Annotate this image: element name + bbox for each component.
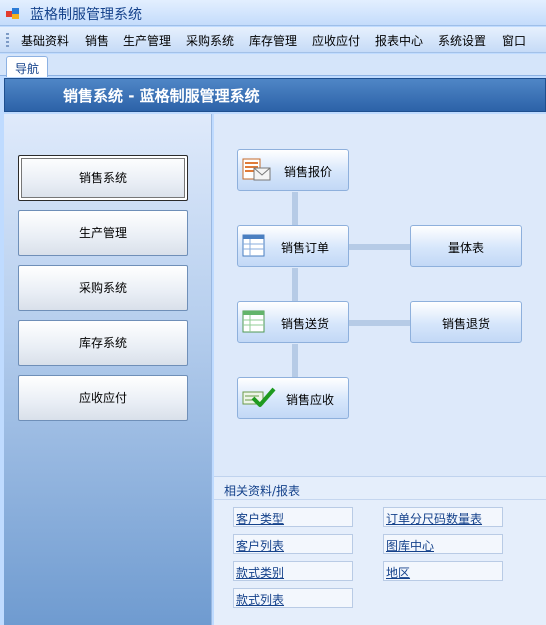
menu-inventory[interactable]: 库存管理 <box>249 32 297 49</box>
nav-button-label: 应收应付 <box>78 391 127 405</box>
link-customer-type[interactable]: 客户类型 <box>233 507 353 527</box>
menu-receivable-payable[interactable]: 应收应付 <box>312 32 360 49</box>
sales-delivery-button[interactable]: 销售送货 <box>237 301 349 343</box>
app-icon <box>6 8 19 19</box>
link-gallery-center[interactable]: 图库中心 <box>383 534 503 554</box>
sales-flow-diagram: 销售报价 销售订单 量体表 销售送货 销售退货 销售应收 <box>214 114 546 476</box>
divider <box>214 499 546 500</box>
related-reports-section: 相关资料/报表 客户类型 订单分尺码数量表 客户列表 图库中心 款式类别 地区 … <box>214 476 546 625</box>
menu-bar: 基础资料 销售 生产管理 采购系统 库存管理 应收应付 报表中心 系统设置 窗口 <box>0 27 546 53</box>
toolbar-grip[interactable] <box>6 33 9 47</box>
tab-strip: 导航 <box>0 54 546 77</box>
receivable-check-icon <box>242 387 276 407</box>
link-order-size-quantity-report[interactable]: 订单分尺码数量表 <box>383 507 503 527</box>
flow-connector <box>292 268 298 302</box>
menu-purchasing[interactable]: 采购系统 <box>186 32 234 49</box>
order-grid-icon <box>242 234 265 257</box>
link-style-list[interactable]: 款式列表 <box>233 588 353 608</box>
nav-button-label: 库存系统 <box>78 336 127 350</box>
nav-button-label: 生产管理 <box>78 226 127 240</box>
link-customer-list[interactable]: 客户列表 <box>233 534 353 554</box>
link-style-category[interactable]: 款式类别 <box>233 561 353 581</box>
sales-order-button[interactable]: 销售订单 <box>237 225 349 267</box>
flow-connector <box>349 320 411 326</box>
page-header: 销售系统 - 蓝格制服管理系统 <box>4 78 546 112</box>
delivery-sheet-icon <box>242 310 265 333</box>
flow-button-label: 销售订单 <box>281 241 330 255</box>
flow-connector <box>349 244 411 250</box>
tab-navigation[interactable]: 导航 <box>6 56 48 77</box>
flow-button-label: 销售送货 <box>281 317 330 331</box>
menu-sales[interactable]: 销售 <box>85 32 109 49</box>
flow-connector <box>292 192 298 227</box>
window-title: 蓝格制服管理系统 <box>30 7 142 23</box>
menu-production[interactable]: 生产管理 <box>123 32 171 49</box>
related-reports-title: 相关资料/报表 <box>224 484 301 498</box>
sales-return-button[interactable]: 销售退货 <box>410 301 522 343</box>
quote-envelope-icon <box>242 158 271 181</box>
flow-button-label: 销售报价 <box>284 165 333 179</box>
module-nav-panel: 销售系统 生产管理 采购系统 库存系统 应收应付 <box>4 114 212 625</box>
menu-reports[interactable]: 报表中心 <box>375 32 423 49</box>
sales-quote-button[interactable]: 销售报价 <box>237 149 349 191</box>
nav-sales-system-button[interactable]: 销售系统 <box>18 155 188 201</box>
flow-button-label: 销售退货 <box>442 317 491 331</box>
title-bar: 蓝格制服管理系统 <box>0 0 546 26</box>
nav-production-button[interactable]: 生产管理 <box>18 210 188 256</box>
flow-button-label: 量体表 <box>448 241 485 255</box>
flow-button-label: 销售应收 <box>286 393 335 407</box>
menu-basic-data[interactable]: 基础资料 <box>21 32 69 49</box>
page-title: 销售系统 - 蓝格制服管理系统 <box>63 87 260 105</box>
nav-purchasing-button[interactable]: 采购系统 <box>18 265 188 311</box>
nav-button-label: 采购系统 <box>78 281 127 295</box>
menu-settings[interactable]: 系统设置 <box>438 32 486 49</box>
link-region[interactable]: 地区 <box>383 561 503 581</box>
body-measurement-button[interactable]: 量体表 <box>410 225 522 267</box>
flow-connector <box>292 344 298 378</box>
nav-inventory-button[interactable]: 库存系统 <box>18 320 188 366</box>
menu-window[interactable]: 窗口 <box>502 32 526 49</box>
nav-button-label: 销售系统 <box>78 171 127 185</box>
nav-receivable-payable-button[interactable]: 应收应付 <box>18 375 188 421</box>
sales-receivable-button[interactable]: 销售应收 <box>237 377 349 419</box>
